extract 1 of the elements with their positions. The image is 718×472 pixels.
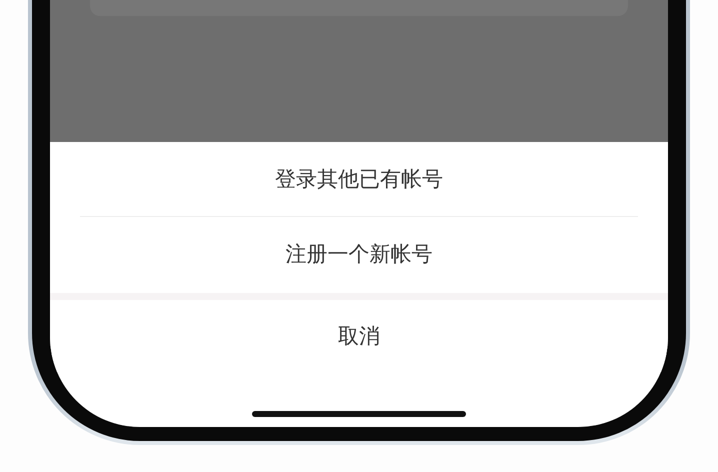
home-indicator[interactable] — [252, 411, 466, 417]
